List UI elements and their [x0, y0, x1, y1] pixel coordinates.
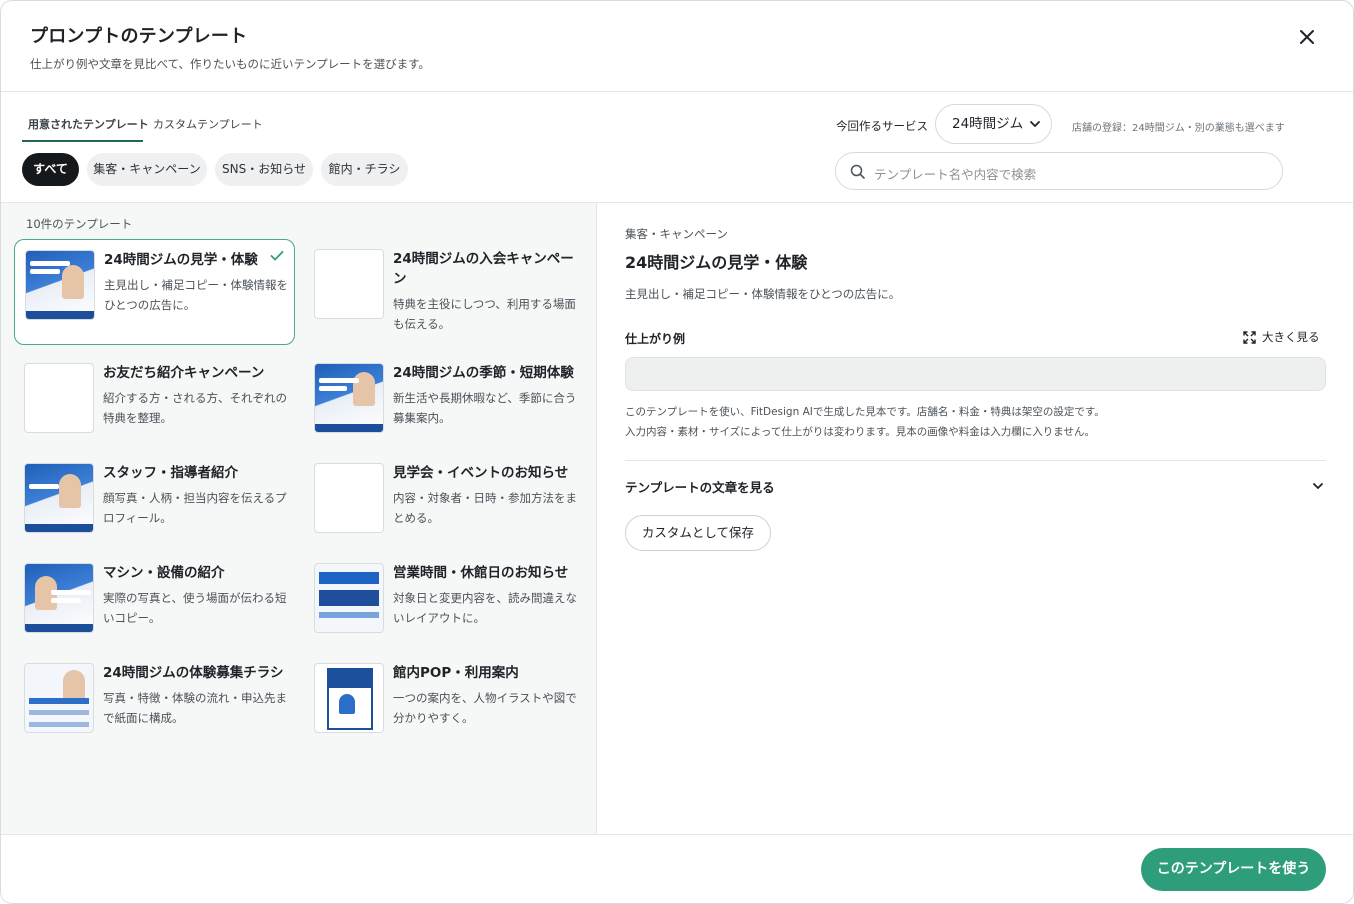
detail-desc: 主見出し・補足コピー・体験情報をひとつの広告に。	[625, 287, 901, 301]
template-desc: 写真・特徴・体験の流れ・申込先まで紙面に構成。	[103, 691, 287, 725]
template-title: 24時間ジムの季節・短期体験	[393, 365, 574, 381]
detail-category: 集客・キャンペーン	[625, 227, 728, 241]
accordion-label: テンプレートの文章を見る	[625, 480, 775, 495]
template-title: 見学会・イベントのお知らせ	[393, 465, 569, 481]
detail-note: このテンプレートを使い、FitDesign AIで生成した見本です。店舗名・料金…	[625, 406, 1105, 418]
template-desc: 新生活や長期休暇など、季節に合う募集案内。	[393, 391, 577, 425]
template-thumbnail	[314, 563, 384, 633]
template-thumbnail	[24, 663, 94, 733]
template-thumbnail	[314, 463, 384, 533]
template-title: スタッフ・指導者紹介	[103, 465, 238, 481]
template-card[interactable]: 見学会・イベントのお知らせ 内容・対象者・日時・参加方法をまとめる。	[304, 453, 585, 559]
tab-prepared-templates[interactable]: 用意されたテンプレート	[28, 116, 149, 138]
service-select-value: 24時間ジム	[952, 116, 1024, 132]
template-text-accordion[interactable]: テンプレートの文章を見る	[625, 477, 1326, 499]
toolbar: 用意されたテンプレート カスタムテンプレート すべて 集客・キャンペーン SNS…	[1, 92, 1353, 203]
template-desc: 一つの案内を、人物イラストや図で分かりやすく。	[393, 691, 577, 725]
template-card[interactable]: お友だち紹介キャンペーン 紹介する方・される方、それぞれの特典を整理。	[14, 353, 295, 459]
template-thumbnail	[314, 663, 384, 733]
template-card[interactable]: 24時間ジムの体験募集チラシ 写真・特徴・体験の流れ・申込先まで紙面に構成。	[14, 653, 295, 759]
close-button[interactable]	[1295, 25, 1319, 49]
template-thumbnail	[24, 363, 94, 433]
template-title: 館内POP・利用案内	[393, 665, 519, 681]
dialog-subtitle: 仕上がり例や文章を見比べて、作りたいものに近いテンプレートを選びます。	[30, 57, 430, 71]
template-thumbnail	[314, 363, 384, 433]
template-desc: 顔写真・人柄・担当内容を伝えるプロフィール。	[103, 491, 287, 525]
template-count: 10件のテンプレート	[26, 217, 133, 231]
dialog-title: プロンプトのテンプレート	[30, 26, 248, 47]
template-detail: 集客・キャンペーン 24時間ジムの見学・体験 主見出し・補足コピー・体験情報をひ…	[597, 203, 1353, 834]
search-placeholder: テンプレート名や内容で検索	[874, 167, 1037, 182]
filter-chip-campaign[interactable]: 集客・キャンペーン	[87, 153, 207, 186]
expand-icon	[1243, 331, 1256, 344]
template-thumbnail	[314, 249, 384, 319]
service-note: 店舗の登録：24時間ジム・別の業態も選べます	[1072, 123, 1285, 134]
example-preview[interactable]	[625, 357, 1326, 391]
service-label: 今回作るサービス	[836, 119, 928, 133]
detail-title: 24時間ジムの見学・体験	[625, 253, 808, 272]
expand-button[interactable]: 大きく見る	[1243, 329, 1320, 345]
template-title: 24時間ジムの体験募集チラシ	[103, 665, 284, 681]
template-title: お友だち紹介キャンペーン	[103, 365, 265, 381]
template-card[interactable]: 24時間ジムの入会キャンペーン 特典を主役にしつつ、利用する場面も伝える。	[304, 239, 585, 345]
save-as-custom-button[interactable]: カスタムとして保存	[625, 515, 771, 551]
template-title: 24時間ジムの入会キャンペーン	[393, 251, 574, 287]
template-card[interactable]: 24時間ジムの見学・体験 主見出し・補足コピー・体験情報をひとつの広告に。	[14, 239, 295, 345]
detail-note: 入力内容・素材・サイズによって仕上がりは変わります。見本の画像や料金は入力欄に入…	[625, 426, 1095, 438]
template-desc: 紹介する方・される方、それぞれの特典を整理。	[103, 391, 287, 425]
use-template-button[interactable]: このテンプレートを使う	[1141, 848, 1326, 891]
service-select[interactable]: 24時間ジム	[935, 104, 1052, 144]
template-dialog: プロンプトのテンプレート 仕上がり例や文章を見比べて、作りたいものに近いテンプレ…	[0, 0, 1354, 904]
check-icon	[270, 251, 284, 261]
template-card[interactable]: マシン・設備の紹介 実際の写真と、使う場面が伝わる短いコピー。	[14, 553, 295, 659]
template-card[interactable]: 24時間ジムの季節・短期体験 新生活や長期休暇など、季節に合う募集案内。	[304, 353, 585, 459]
active-tab-indicator	[22, 140, 143, 142]
template-card[interactable]: 館内POP・利用案内 一つの案内を、人物イラストや図で分かりやすく。	[304, 653, 585, 759]
template-thumbnail	[25, 250, 95, 320]
template-desc: 実際の写真と、使う場面が伝わる短いコピー。	[103, 591, 287, 625]
example-label: 仕上がり例	[625, 332, 686, 346]
chevron-down-icon	[1030, 121, 1040, 128]
template-title: 24時間ジムの見学・体験	[104, 252, 258, 268]
template-card[interactable]: スタッフ・指導者紹介 顔写真・人柄・担当内容を伝えるプロフィール。	[14, 453, 295, 559]
filter-chip-flyer[interactable]: 館内・チラシ	[321, 153, 408, 186]
dialog-footer: このテンプレートを使う	[1, 834, 1353, 903]
expand-label: 大きく見る	[1262, 330, 1320, 344]
template-desc: 対象日と変更内容を、読み間違えないレイアウトに。	[393, 591, 577, 625]
search-input[interactable]: テンプレート名や内容で検索	[835, 152, 1283, 190]
template-desc: 特典を主役にしつつ、利用する場面も伝える。	[393, 297, 576, 331]
template-desc: 内容・対象者・日時・参加方法をまとめる。	[393, 491, 577, 525]
template-list: 10件のテンプレート 24時間ジムの見学・体験 主見出し・補足コピー・体験情報を…	[1, 203, 597, 834]
search-icon	[850, 164, 865, 179]
dialog-header: プロンプトのテンプレート 仕上がり例や文章を見比べて、作りたいものに近いテンプレ…	[1, 1, 1353, 92]
template-title: 営業時間・休館日のお知らせ	[393, 565, 569, 581]
close-icon	[1300, 30, 1314, 44]
template-desc: 主見出し・補足コピー・体験情報をひとつの広告に。	[104, 278, 288, 312]
filter-chip-all[interactable]: すべて	[22, 153, 79, 186]
template-card[interactable]: 営業時間・休館日のお知らせ 対象日と変更内容を、読み間違えないレイアウトに。	[304, 553, 585, 659]
filter-chip-sns[interactable]: SNS・お知らせ	[215, 153, 313, 186]
template-thumbnail	[24, 563, 94, 633]
tab-custom-templates[interactable]: カスタムテンプレート	[153, 116, 263, 138]
template-thumbnail	[24, 463, 94, 533]
divider	[625, 460, 1326, 461]
template-title: マシン・設備の紹介	[103, 565, 225, 581]
chevron-down-icon	[1313, 483, 1323, 490]
